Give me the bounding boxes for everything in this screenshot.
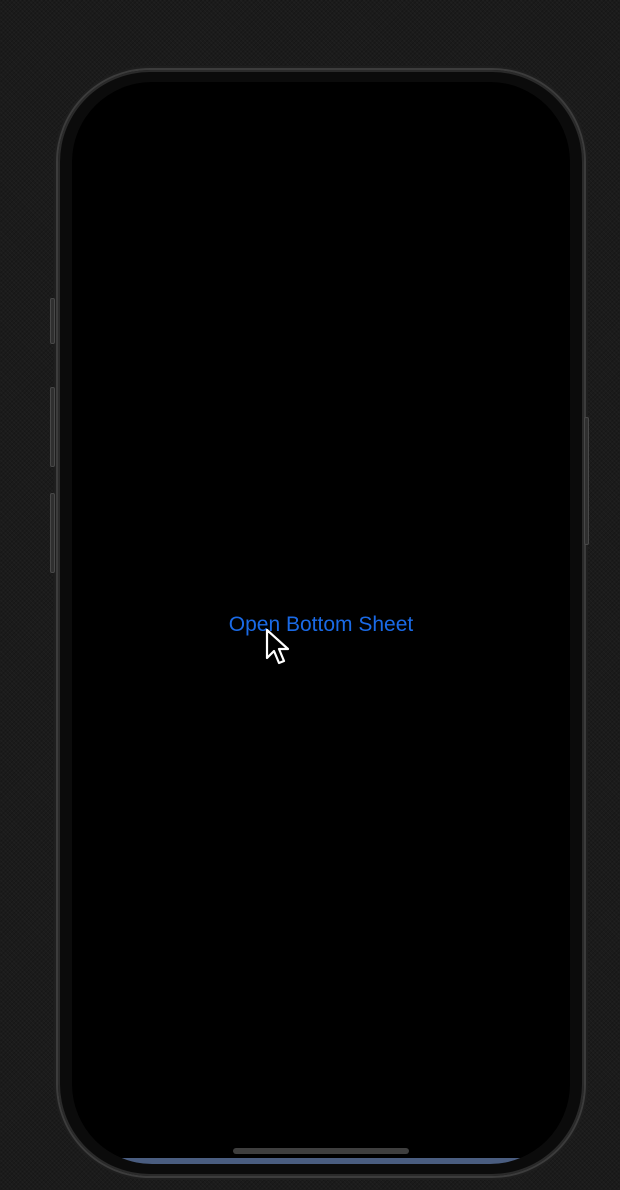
open-bottom-sheet-button[interactable]: Open Bottom Sheet <box>72 612 570 638</box>
bottom-sheet-edge <box>72 1158 570 1164</box>
volume-up-button <box>50 387 55 467</box>
home-indicator[interactable] <box>233 1148 409 1154</box>
arrow-pointer-icon <box>265 628 290 665</box>
power-button <box>584 417 589 545</box>
action-button <box>50 298 55 344</box>
app-screen: Open Bottom Sheet <box>72 82 570 1164</box>
volume-down-button <box>50 493 55 573</box>
